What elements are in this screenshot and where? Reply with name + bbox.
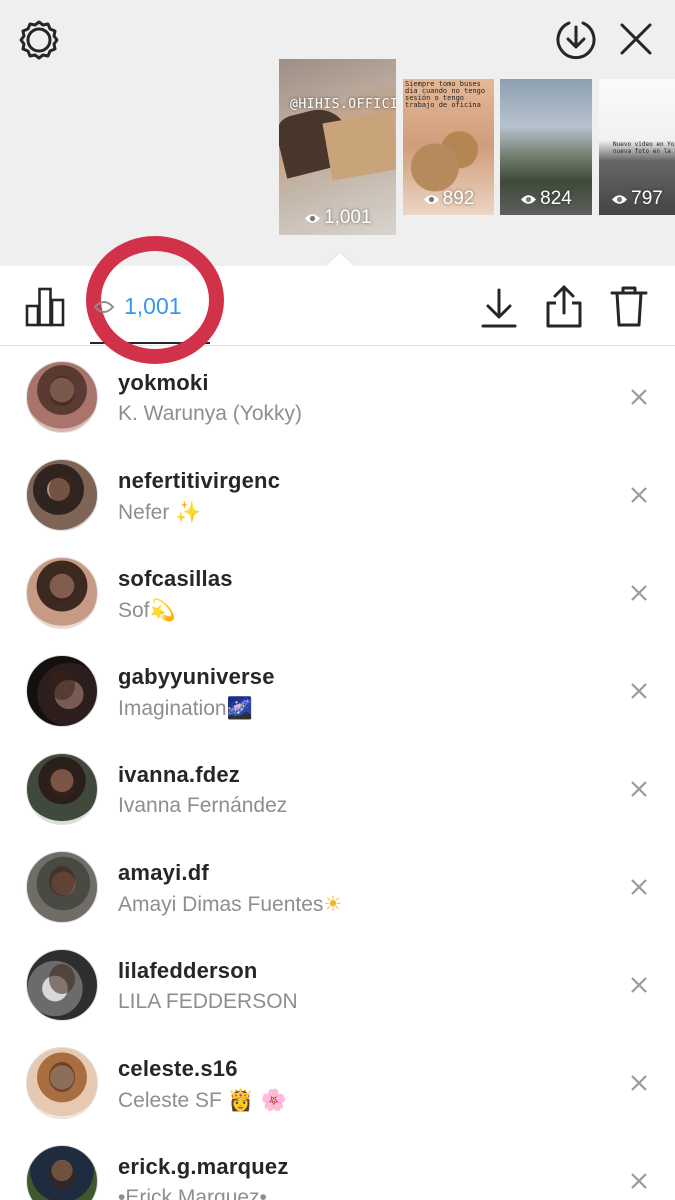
- close-icon[interactable]: [630, 1172, 648, 1190]
- story-strip: @HIHIS.OFFICIAL 1,001 Siempre tomo buses…: [0, 0, 675, 268]
- viewer-row[interactable]: erick.g.marquez •Erick Marquez•: [0, 1131, 675, 1200]
- viewer-username[interactable]: ivanna.fdez: [118, 762, 240, 788]
- viewers-list: yokmoki K. Warunya (Yokky) nefertitivirg…: [0, 347, 675, 1200]
- view-count-label: 797: [631, 188, 663, 209]
- close-icon[interactable]: [630, 388, 648, 406]
- download-circle-icon[interactable]: [555, 18, 597, 60]
- viewer-fullname: Sof💫: [118, 598, 176, 622]
- eye-icon: [423, 194, 439, 204]
- emoji: 👸 🌸: [227, 1088, 287, 1112]
- close-icon[interactable]: [630, 682, 648, 700]
- viewer-username[interactable]: yokmoki: [118, 370, 209, 396]
- viewer-fullname: Ivanna Fernández: [118, 794, 288, 817]
- eye-icon: [612, 194, 628, 204]
- viewer-row[interactable]: gabyyuniverse Imagination🌌: [0, 641, 675, 739]
- thumbnail-view-count: 1,001: [279, 207, 396, 229]
- avatar[interactable]: [26, 459, 98, 531]
- thumbnail-view-count: 824: [500, 188, 592, 210]
- viewer-row[interactable]: ivanna.fdez Ivanna Fernández: [0, 739, 675, 837]
- viewer-row[interactable]: lilafedderson LILA FEDDERSON: [0, 935, 675, 1033]
- close-icon[interactable]: [617, 20, 655, 58]
- avatar[interactable]: [26, 557, 98, 629]
- emoji: ✨: [175, 500, 202, 524]
- close-icon[interactable]: [630, 878, 648, 896]
- emoji: 💫: [149, 598, 176, 622]
- viewer-fullname: LILA FEDDERSON: [118, 990, 298, 1013]
- viewer-username[interactable]: celeste.s16: [118, 1056, 238, 1082]
- avatar[interactable]: [26, 1145, 98, 1200]
- close-icon[interactable]: [630, 976, 648, 994]
- story-thumbnail[interactable]: Nuevo video en YouTube nueva foto en la …: [599, 79, 675, 215]
- viewer-username[interactable]: lilafedderson: [118, 958, 258, 984]
- eye-icon: [521, 194, 537, 204]
- avatar[interactable]: [26, 851, 98, 923]
- thumbnail-view-count: 797: [599, 188, 675, 210]
- viewer-fullname: K. Warunya (Yokky): [118, 402, 303, 425]
- eye-icon: [93, 301, 115, 313]
- close-icon[interactable]: [630, 1074, 648, 1092]
- story-thumbnail[interactable]: 824: [500, 79, 592, 215]
- viewer-username[interactable]: amayi.df: [118, 860, 209, 886]
- view-count-label: 1,001: [324, 207, 372, 228]
- viewer-row[interactable]: nefertitivirgenc Nefer ✨: [0, 445, 675, 543]
- bar-chart-icon[interactable]: [24, 286, 66, 328]
- view-count-label: 824: [540, 188, 572, 209]
- avatar[interactable]: [26, 753, 98, 825]
- viewer-fullname: Celeste SF 👸 🌸: [118, 1088, 287, 1112]
- viewer-fullname: Amayi Dimas Fuentes☀: [118, 892, 343, 916]
- story-thumbnail[interactable]: Siempre tomo buses día cuando no tengo s…: [403, 79, 494, 215]
- story-caption-text: Nuevo video en YouTube nueva foto en la …: [613, 141, 675, 155]
- story-handle-text: @HIHIS.OFFICIAL: [290, 97, 396, 112]
- emoji: 🌌: [226, 696, 253, 720]
- eye-icon: [305, 213, 320, 223]
- viewer-row[interactable]: amayi.df Amayi Dimas Fuentes☀: [0, 837, 675, 935]
- share-icon[interactable]: [543, 283, 585, 329]
- gear-icon[interactable]: [18, 18, 60, 60]
- viewer-fullname: Nefer ✨: [118, 500, 202, 524]
- close-icon[interactable]: [630, 780, 648, 798]
- viewer-username[interactable]: sofcasillas: [118, 566, 233, 592]
- story-thumbnail-selected[interactable]: @HIHIS.OFFICIAL 1,001: [279, 59, 396, 235]
- viewer-fullname: Imagination🌌: [118, 696, 253, 720]
- avatar[interactable]: [26, 361, 98, 433]
- view-count-label: 892: [442, 188, 475, 209]
- viewer-row[interactable]: celeste.s16 Celeste SF 👸 🌸: [0, 1033, 675, 1131]
- viewer-username[interactable]: erick.g.marquez: [118, 1154, 289, 1180]
- viewer-username[interactable]: gabyyuniverse: [118, 664, 275, 690]
- story-caption-text: Siempre tomo buses día cuando no tengo s…: [405, 80, 486, 109]
- active-tab-indicator: [90, 342, 210, 344]
- trash-icon[interactable]: [609, 283, 649, 329]
- thumbnail-view-count: 892: [403, 188, 494, 210]
- download-icon[interactable]: [479, 286, 519, 330]
- avatar[interactable]: [26, 949, 98, 1021]
- avatar[interactable]: [26, 655, 98, 727]
- close-icon[interactable]: [630, 584, 648, 602]
- close-icon[interactable]: [630, 486, 648, 504]
- viewer-row[interactable]: sofcasillas Sof💫: [0, 543, 675, 641]
- avatar[interactable]: [26, 1047, 98, 1119]
- viewer-fullname: •Erick Marquez•: [118, 1186, 267, 1200]
- viewer-row[interactable]: yokmoki K. Warunya (Yokky): [0, 347, 675, 445]
- viewer-username[interactable]: nefertitivirgenc: [118, 468, 280, 494]
- emoji: ☀: [323, 892, 343, 916]
